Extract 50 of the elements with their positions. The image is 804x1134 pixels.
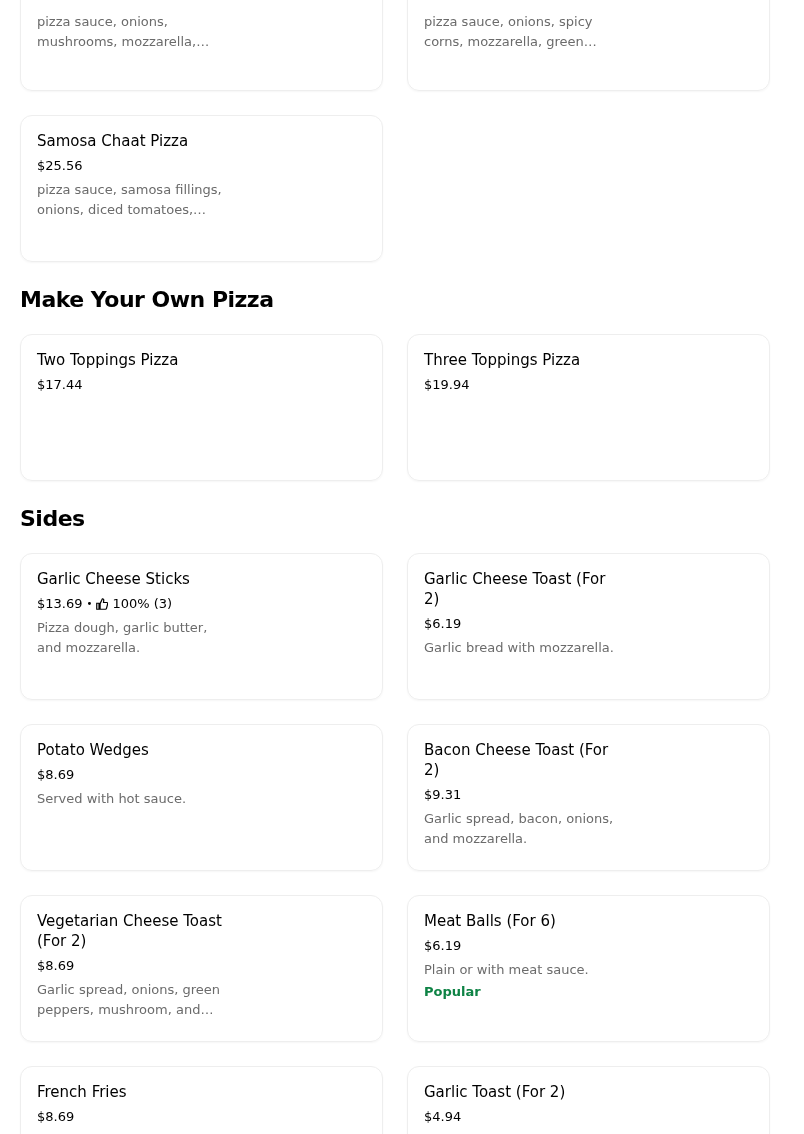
item-description: Served with hot sauce. <box>37 790 188 808</box>
menu-item-card[interactable]: Samosa Chaat Pizza $25.56 pizza sauce, samosa fillings, onions, diced tomatoes,… <box>20 115 383 262</box>
item-name: Two Toppings Pizza <box>37 350 180 370</box>
item-name: Vegetarian Cheese Toast (For 2) <box>37 911 222 951</box>
menu-item-card[interactable]: Vegetarian Cheese Toast (For 2) $8.69 Garlic spread, onions, green peppers, mushroom, and… <box>20 895 383 1042</box>
item-name: Three Toppings Pizza <box>424 350 582 370</box>
item-name: Bacon Cheese Toast (For 2) <box>424 740 609 780</box>
item-name: Garlic Cheese Toast (For 2) <box>424 569 607 609</box>
menu-item-card[interactable]: pizza sauce, onions, mushrooms, mozzarella,… <box>20 0 383 91</box>
item-price: $13.69 <box>37 595 83 613</box>
item-description: pizza sauce, samosa fillings, onions, diced tomatoes,… <box>37 181 223 219</box>
item-description: pizza sauce, onions, spicy corns, mozzarella, green… <box>424 13 598 51</box>
menu-item-card[interactable]: Potato Wedges $8.69 Served with hot sauce. <box>20 724 383 871</box>
item-price: $9.31 <box>424 786 462 804</box>
item-price: $19.94 <box>424 376 470 394</box>
menu-item-card[interactable]: Garlic Toast (For 2) $4.94 <box>407 1066 770 1134</box>
menu-item-card[interactable]: pizza sauce, onions, spicy corns, mozzarella, green… <box>407 0 770 91</box>
item-description: Plain or with meat sauce. <box>424 961 590 979</box>
item-rating: 100% (3) <box>112 595 173 613</box>
item-name: French Fries <box>37 1082 128 1102</box>
item-price: $17.44 <box>37 376 83 394</box>
separator-dot: • <box>86 597 93 611</box>
item-price: $6.19 <box>424 937 462 955</box>
item-price: $8.69 <box>37 766 75 784</box>
menu-item-card[interactable]: Garlic Cheese Sticks $13.69 • 100% (3) Pizza dough, garlic butter, and mozzarella. <box>20 553 383 700</box>
item-description: Garlic spread, bacon, onions, and mozzarella. <box>424 810 615 848</box>
section-heading: Sides <box>20 505 86 533</box>
item-description: Garlic bread with mozzarella. <box>424 639 615 657</box>
item-price: $8.69 <box>37 957 75 975</box>
item-description: pizza sauce, onions, mushrooms, mozzarella,… <box>37 13 211 51</box>
menu-item-card[interactable]: French Fries $8.69 <box>20 1066 383 1134</box>
item-name: Garlic Toast (For 2) <box>424 1082 567 1102</box>
menu-item-card[interactable]: Three Toppings Pizza $19.94 <box>407 334 770 481</box>
item-name: Garlic Cheese Sticks <box>37 569 191 589</box>
menu-item-card[interactable]: Meat Balls (For 6) $6.19 Plain or with meat sauce. Popular <box>407 895 770 1042</box>
menu-item-card[interactable]: Bacon Cheese Toast (For 2) $9.31 Garlic spread, bacon, onions, and mozzarella. <box>407 724 770 871</box>
item-name: Potato Wedges <box>37 740 150 760</box>
item-description: Pizza dough, garlic butter, and mozzarella. <box>37 619 209 657</box>
item-price: $6.19 <box>424 615 462 633</box>
item-price: $4.94 <box>424 1108 462 1126</box>
item-price: $25.56 <box>37 157 83 175</box>
popular-tag: Popular <box>424 982 753 1002</box>
thumbs-up-icon <box>96 598 109 610</box>
item-name: Meat Balls (For 6) <box>424 911 557 931</box>
section-heading: Make Your Own Pizza <box>20 286 275 314</box>
item-description: Garlic spread, onions, green peppers, mushroom, and… <box>37 981 222 1019</box>
menu-item-card[interactable]: Two Toppings Pizza $17.44 <box>20 334 383 481</box>
item-price: $8.69 <box>37 1108 75 1126</box>
item-name: Samosa Chaat Pizza <box>37 131 190 151</box>
menu-item-card[interactable]: Garlic Cheese Toast (For 2) $6.19 Garlic bread with mozzarella. <box>407 553 770 700</box>
